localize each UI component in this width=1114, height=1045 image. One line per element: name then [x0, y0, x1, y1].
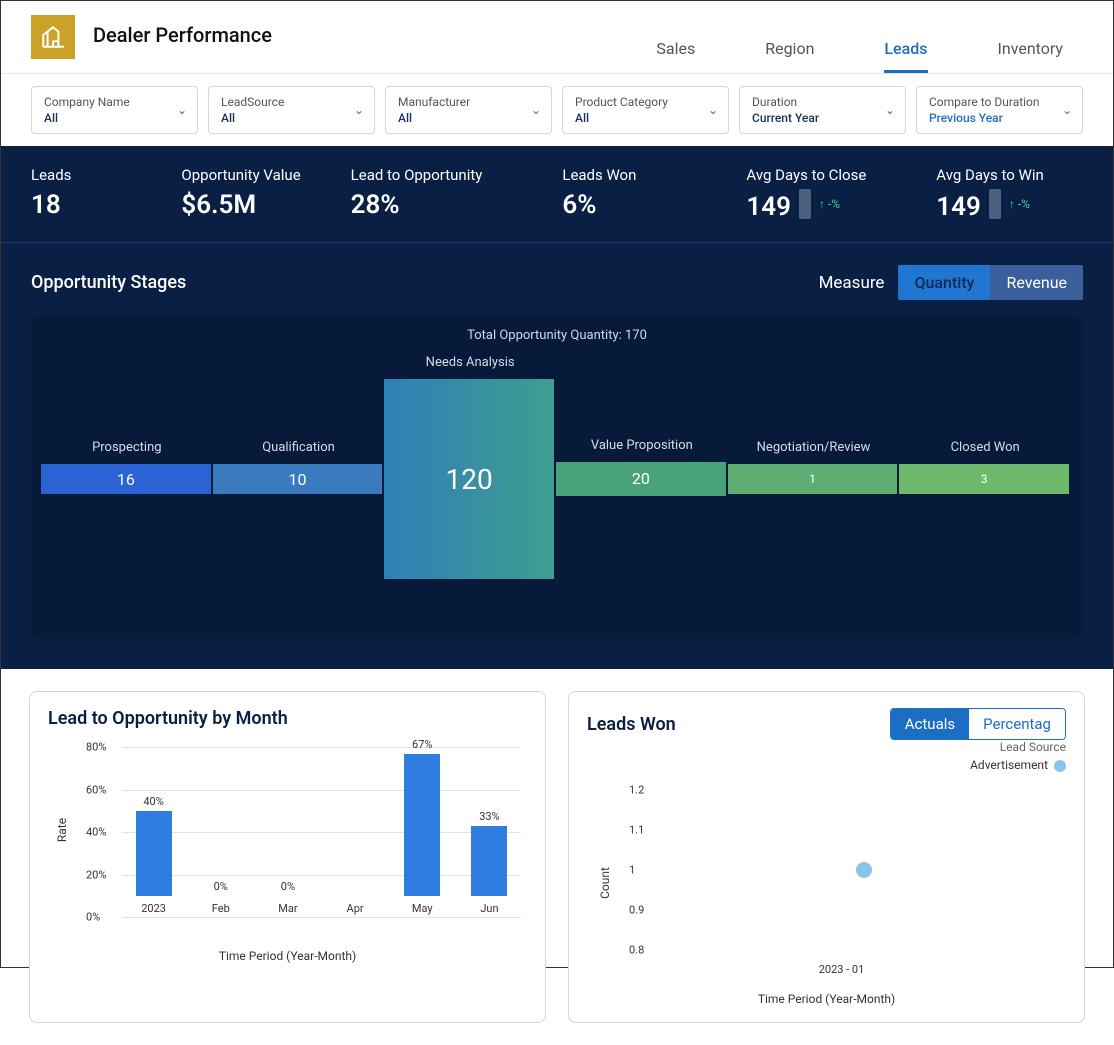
card-lead-to-opp-month: Lead to Opportunity by Month Rate 0% 20% 4…	[29, 691, 546, 1023]
funnel-stage-block[interactable]: 120	[384, 379, 554, 579]
y-tick: 20%	[86, 868, 106, 881]
legend-title: Lead Source	[587, 740, 1066, 754]
y-tick: 1.2	[629, 784, 644, 797]
x-tick: May	[412, 902, 433, 915]
funnel-stage-label: Value Proposition	[557, 438, 727, 453]
y-tick: 60%	[86, 783, 106, 796]
filter-leadsource[interactable]: LeadSource All ⌄	[208, 86, 375, 134]
gridline	[122, 917, 521, 918]
bar-label: 40%	[143, 795, 163, 808]
x-tick: Apr	[347, 902, 364, 915]
filter-duration[interactable]: Duration Current Year ⌄	[739, 86, 906, 134]
toggle-percentage[interactable]: Percentag	[969, 709, 1065, 739]
x-axis-label: Time Period (Year-Month)	[48, 949, 527, 963]
chevron-down-icon: ⌄	[1062, 103, 1072, 117]
funnel-stage-block[interactable]: 1	[728, 464, 898, 494]
chart-title: Leads Won	[587, 714, 676, 735]
bar-label: 0%	[281, 880, 295, 893]
sparkline-icon	[989, 189, 1001, 219]
funnel-stage-block[interactable]: 3	[899, 464, 1069, 494]
bar-label: 33%	[479, 810, 499, 823]
plot-area	[661, 786, 1066, 958]
x-tick: Mar	[278, 902, 297, 915]
funnel-stage-label: Needs Analysis	[385, 355, 555, 370]
delta-badge: ↑ -%	[819, 197, 840, 211]
kpi-lead-to-opp: Lead to Opportunity 28%	[351, 166, 483, 222]
funnel-total: Total Opportunity Quantity: 170	[41, 328, 1073, 343]
chevron-down-icon: ⌄	[885, 103, 895, 117]
tab-bar: Sales Region Leads Inventory	[656, 15, 1093, 73]
kpi-opportunity-value: Opportunity Value $6.5M	[181, 166, 300, 222]
tab-region[interactable]: Region	[765, 39, 814, 73]
chart-title: Lead to Opportunity by Month	[48, 708, 527, 729]
kpi-row: Leads 18 Opportunity Value $6.5M Lead to…	[1, 146, 1113, 243]
y-tick: 1	[629, 864, 635, 877]
funnel-stage-label: Closed Won	[900, 440, 1070, 455]
x-tick: Feb	[212, 902, 230, 915]
filter-product-category[interactable]: Product Category All ⌄	[562, 86, 729, 134]
leads-won-toggle: Actuals Percentag	[890, 708, 1066, 740]
filter-compare[interactable]: Compare to Duration Previous Year ⌄	[916, 86, 1083, 134]
toggle-revenue[interactable]: Revenue	[990, 265, 1083, 300]
sparkline-icon	[799, 189, 811, 219]
x-tick: 2023	[141, 902, 166, 915]
x-tick: Jun	[480, 902, 498, 915]
kpi-leads: Leads 18	[31, 166, 71, 222]
funnel-stage-label: Prospecting	[42, 440, 212, 455]
page-title: Dealer Performance	[93, 23, 272, 47]
measure-toggle: Quantity Revenue	[898, 265, 1083, 300]
stages-title: Opportunity Stages	[31, 272, 186, 293]
y-tick: 0.8	[629, 944, 644, 957]
chevron-down-icon: ⌄	[354, 103, 364, 117]
bar[interactable]: 40%	[136, 811, 172, 896]
kpi-avg-win: Avg Days to Win 149 ↑ -%	[936, 166, 1043, 222]
filter-bar: Company Name All ⌄ LeadSource All ⌄ Manu…	[1, 74, 1113, 146]
toggle-actuals[interactable]: Actuals	[891, 709, 969, 739]
funnel-stage-block[interactable]: 20	[556, 462, 726, 495]
y-tick: 0%	[86, 911, 100, 924]
x-axis-label: Time Period (Year-Month)	[587, 992, 1066, 1006]
legend-swatch-icon	[1054, 760, 1066, 772]
bar-label: 67%	[412, 738, 432, 751]
y-tick: 1.1	[629, 824, 644, 837]
bar-chart: Rate 0%20%40%60%80%40%20230%Feb0%MarApr6…	[78, 743, 521, 943]
tab-leads[interactable]: Leads	[884, 39, 927, 73]
legend-item: Advertisement	[587, 758, 1066, 772]
bar-label: 0%	[214, 880, 228, 893]
y-tick: 40%	[86, 826, 106, 839]
bar[interactable]: 67%	[404, 754, 440, 896]
filter-manufacturer[interactable]: Manufacturer All ⌄	[385, 86, 552, 134]
delta-badge: ↑ -%	[1009, 197, 1030, 211]
tab-sales[interactable]: Sales	[656, 39, 695, 73]
scatter-chart: Count 0.80.911.11.22023 - 01	[617, 786, 1066, 986]
measure-label: Measure	[819, 273, 885, 293]
filter-value: All	[44, 111, 185, 125]
funnel-stage-label: Qualification	[214, 440, 384, 455]
funnel-chart: Total Opportunity Quantity: 170 Prospect…	[31, 316, 1083, 639]
chevron-down-icon: ⌄	[708, 103, 718, 117]
toggle-quantity[interactable]: Quantity	[898, 265, 990, 300]
kpi-leads-won: Leads Won 6%	[562, 166, 636, 222]
bar[interactable]: 33%	[471, 826, 507, 896]
tab-inventory[interactable]: Inventory	[998, 39, 1064, 73]
y-tick: 80%	[86, 741, 106, 754]
data-point[interactable]	[856, 862, 872, 878]
kpi-avg-close: Avg Days to Close 149 ↑ -%	[746, 166, 866, 222]
filter-label: Company Name	[44, 95, 185, 109]
x-tick: 2023 - 01	[819, 963, 865, 976]
funnel-stage-label: Negotiation/Review	[729, 440, 899, 455]
chevron-down-icon: ⌄	[531, 103, 541, 117]
y-tick: 0.9	[629, 904, 644, 917]
filter-company[interactable]: Company Name All ⌄	[31, 86, 198, 134]
funnel-stage-block[interactable]: 10	[213, 464, 383, 494]
app-logo	[31, 15, 75, 59]
chevron-down-icon: ⌄	[177, 103, 187, 117]
bars: 40% 2023 0% Feb 0% Mar Apr 67% May 33% Jun	[122, 743, 521, 915]
funnel-stage-block[interactable]: 16	[41, 464, 211, 494]
y-axis-label: Count	[598, 867, 612, 899]
y-axis-label: Rate	[55, 818, 69, 842]
card-leads-won: Leads Won Actuals Percentag Lead Source …	[568, 691, 1085, 1023]
